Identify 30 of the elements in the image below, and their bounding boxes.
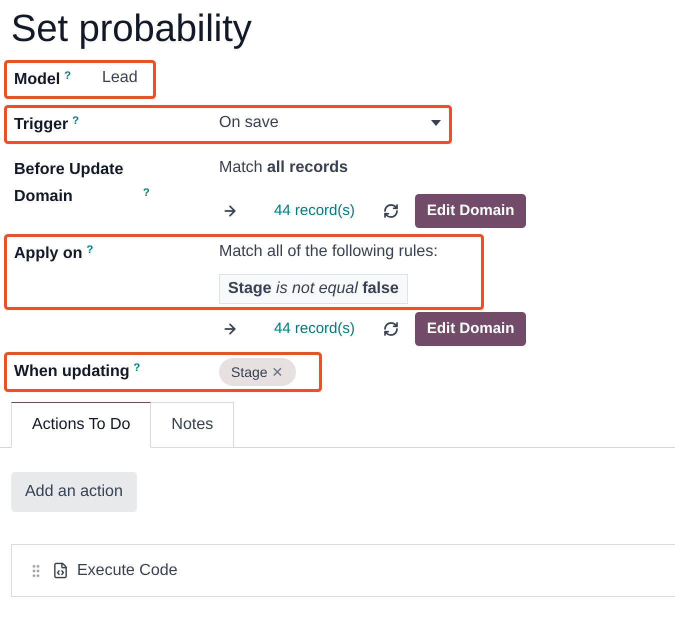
refresh-icon[interactable] (382, 321, 399, 337)
help-marker[interactable]: ? (134, 362, 140, 374)
domain-summary: Match all of the following rules: (219, 242, 438, 262)
tag: Stage ✕ (219, 358, 296, 386)
tab[interactable]: Notes (151, 402, 234, 448)
remove-tag-button[interactable]: ✕ (272, 360, 284, 384)
caret-icon (431, 120, 441, 126)
help-marker[interactable]: ? (86, 244, 94, 256)
help-marker[interactable]: ? (143, 186, 150, 198)
add-action-button[interactable]: Add an action (11, 472, 137, 512)
field-label: Apply on (14, 244, 82, 264)
help-marker[interactable]: ? (64, 70, 71, 82)
domain-summary: Match all records (219, 158, 348, 178)
model-value: Lead (102, 69, 138, 86)
code-file-icon (52, 562, 69, 579)
field-label: When updating (14, 362, 130, 382)
arrow-right-icon (222, 203, 238, 219)
trigger-select[interactable]: On save (219, 111, 441, 135)
edit-domain-button[interactable]: Edit Domain (414, 194, 526, 228)
refresh-icon[interactable] (382, 203, 399, 219)
tab[interactable]: Actions To Do (11, 402, 152, 448)
record-count-link[interactable]: 44 record(s) (274, 200, 355, 222)
action-label[interactable]: Execute Code (77, 558, 178, 582)
field-label: Trigger (14, 115, 68, 135)
record-count-link[interactable]: 44 record(s) (274, 318, 355, 340)
page-title: Set probability (10, 7, 253, 48)
help-marker[interactable]: ? (72, 114, 79, 126)
field-label: Model (14, 70, 60, 90)
edit-domain-button[interactable]: Edit Domain (414, 312, 526, 346)
field-label: Before Update Domain (14, 160, 124, 207)
